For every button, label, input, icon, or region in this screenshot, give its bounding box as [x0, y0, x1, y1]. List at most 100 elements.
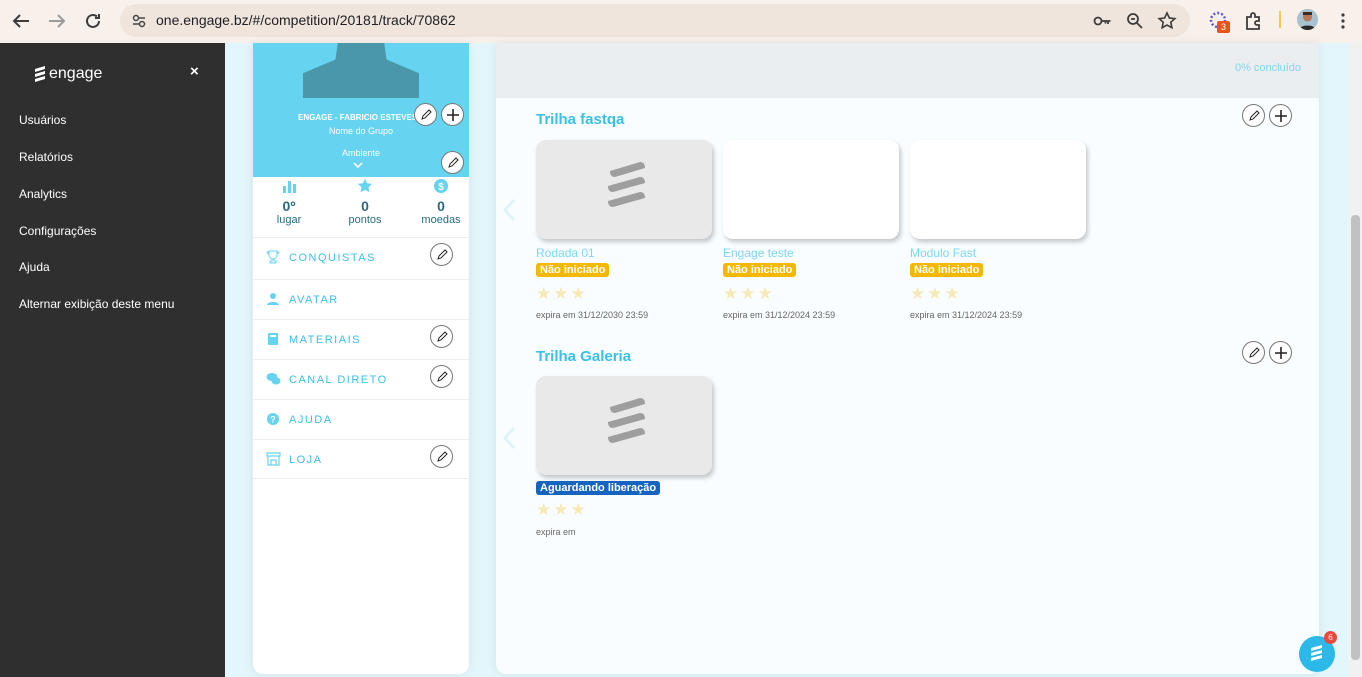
pencil-icon — [420, 108, 432, 120]
edit-track-button[interactable] — [1242, 104, 1265, 127]
add-module-button[interactable] — [1269, 341, 1292, 364]
stat-value: 0º — [282, 198, 296, 214]
profile-item-ajuda[interactable]: ? AJUDA — [253, 399, 469, 439]
extension-badge: 3 — [1217, 21, 1230, 33]
pencil-icon — [436, 450, 448, 462]
engage-logo[interactable]: engage — [34, 65, 102, 83]
forward-arrow-icon[interactable] — [45, 9, 69, 33]
add-module-button[interactable] — [1269, 104, 1292, 127]
edit-canal-direto-button[interactable] — [430, 365, 453, 388]
site-info-icon[interactable] — [130, 12, 148, 30]
status-badge: Aguardando liberação — [536, 481, 661, 495]
stat-label: pontos — [348, 214, 382, 226]
profile-panel: ENGAGE - FABRICIO ESTEVES Nome do Grupo … — [253, 43, 469, 674]
stat-value: 0 — [361, 198, 369, 214]
stat-moedas: $ 0 moedas — [411, 178, 469, 226]
pencil-icon — [447, 156, 459, 168]
page-scrollbar[interactable] — [1349, 43, 1362, 677]
module-card[interactable] — [723, 140, 899, 239]
chevron-down-icon[interactable] — [353, 161, 363, 171]
stats-row: 0º lugar 0 pontos $ 0 moedas — [253, 178, 469, 236]
edit-group-button[interactable] — [414, 103, 437, 126]
key-icon[interactable] — [1092, 11, 1112, 31]
menu-item-relatorios[interactable]: Relatórios — [19, 150, 73, 164]
stat-lugar: 0º lugar — [259, 178, 319, 226]
coin-icon: $ — [411, 178, 469, 198]
scrollbar-thumb[interactable] — [1351, 215, 1360, 660]
bookmark-star-icon[interactable] — [1157, 11, 1177, 31]
edit-track-button[interactable] — [1242, 341, 1265, 364]
profile-item-label: LOJA — [289, 454, 323, 466]
track-title: Trilha fastqa — [536, 111, 625, 128]
edit-loja-button[interactable] — [430, 445, 453, 468]
stat-label: lugar — [276, 214, 302, 226]
progress-text: 0% concluído — [1234, 62, 1301, 74]
address-bar[interactable]: one.engage.bz/#/competition/20181/track/… — [120, 4, 1190, 37]
engage-placeholder-icon — [608, 162, 645, 207]
add-group-button[interactable] — [441, 103, 464, 126]
pencil-icon — [436, 248, 448, 260]
environment-label: Ambiente — [341, 148, 381, 158]
carousel-left-arrow-icon[interactable] — [502, 198, 516, 229]
stat-label: moedas — [421, 214, 461, 226]
track-header: 0% concluído — [496, 43, 1319, 98]
carousel-left-arrow-icon[interactable] — [502, 426, 516, 457]
profile-item-label: CONQUISTAS — [289, 252, 376, 264]
menu-item-configuracoes[interactable]: Configurações — [19, 224, 96, 238]
engage-placeholder-icon — [608, 398, 645, 443]
pencil-icon — [436, 370, 448, 382]
user-icon — [266, 292, 280, 309]
module-card[interactable] — [536, 140, 712, 239]
profile-item-loja[interactable]: LOJA — [253, 439, 469, 479]
reload-icon[interactable] — [81, 9, 105, 33]
star-icon — [335, 178, 395, 198]
question-icon: ? — [266, 412, 280, 429]
extensions-puzzle-icon[interactable] — [1243, 10, 1265, 32]
profile-item-label: CANAL DIRETO — [289, 374, 388, 386]
back-arrow-icon[interactable] — [9, 9, 33, 33]
module-card[interactable] — [910, 140, 1086, 239]
profile-item-label: MATERIAIS — [289, 334, 361, 346]
logo-text: engage — [49, 65, 103, 82]
module-card[interactable] — [536, 376, 712, 475]
menu-item-usuarios[interactable]: Usuários — [19, 113, 66, 127]
trophy-icon — [266, 250, 280, 267]
pencil-icon — [436, 330, 448, 342]
profile-item-canal-direto[interactable]: CANAL DIRETO — [253, 359, 469, 399]
module-name[interactable]: Rodada 01 — [536, 246, 595, 260]
menu-item-ajuda[interactable]: Ajuda — [19, 260, 50, 274]
store-icon — [266, 452, 281, 469]
profile-item-conquistas[interactable]: CONQUISTAS — [253, 237, 469, 277]
track-title: Trilha Galeria — [536, 348, 632, 365]
star-rating: ★★★ — [536, 284, 588, 303]
menu-item-toggle-menu[interactable]: Alternar exibição deste menu — [19, 297, 174, 311]
svg-text:?: ? — [270, 415, 276, 425]
plus-icon — [446, 108, 459, 121]
chat-icon — [266, 372, 281, 389]
profile-item-materiais[interactable]: MATERIAIS — [253, 319, 469, 359]
profile-avatar-icon[interactable] — [1297, 9, 1318, 30]
toolbar-divider — [1279, 11, 1281, 28]
status-badge: Não iniciado — [723, 263, 797, 277]
module-name[interactable]: Engage teste — [723, 246, 794, 260]
status-badge: Não iniciado — [536, 263, 610, 277]
star-rating: ★★★ — [910, 284, 962, 303]
close-menu-button[interactable]: × — [190, 63, 199, 80]
edit-conquistas-button[interactable] — [430, 243, 453, 266]
expiry-text: expira em — [536, 527, 576, 537]
group-name: ENGAGE - FABRICIO ESTEVES — [298, 113, 418, 122]
star-rating: ★★★ — [723, 284, 775, 303]
edit-environment-button[interactable] — [441, 151, 464, 174]
profile-header: ENGAGE - FABRICIO ESTEVES Nome do Grupo … — [253, 43, 469, 177]
book-icon — [266, 332, 280, 349]
url-text[interactable]: one.engage.bz/#/competition/20181/track/… — [156, 12, 456, 28]
profile-item-avatar[interactable]: AVATAR — [253, 279, 469, 319]
menu-item-analytics[interactable]: Analytics — [19, 187, 67, 201]
edit-materiais-button[interactable] — [430, 325, 453, 348]
module-name[interactable]: Modulo Fast — [910, 246, 976, 260]
pencil-icon — [1248, 109, 1260, 121]
zoom-icon[interactable] — [1125, 11, 1145, 31]
more-menu-icon[interactable] — [1331, 9, 1355, 33]
status-badge: Não iniciado — [910, 263, 984, 277]
star-rating: ★★★ — [536, 500, 588, 519]
